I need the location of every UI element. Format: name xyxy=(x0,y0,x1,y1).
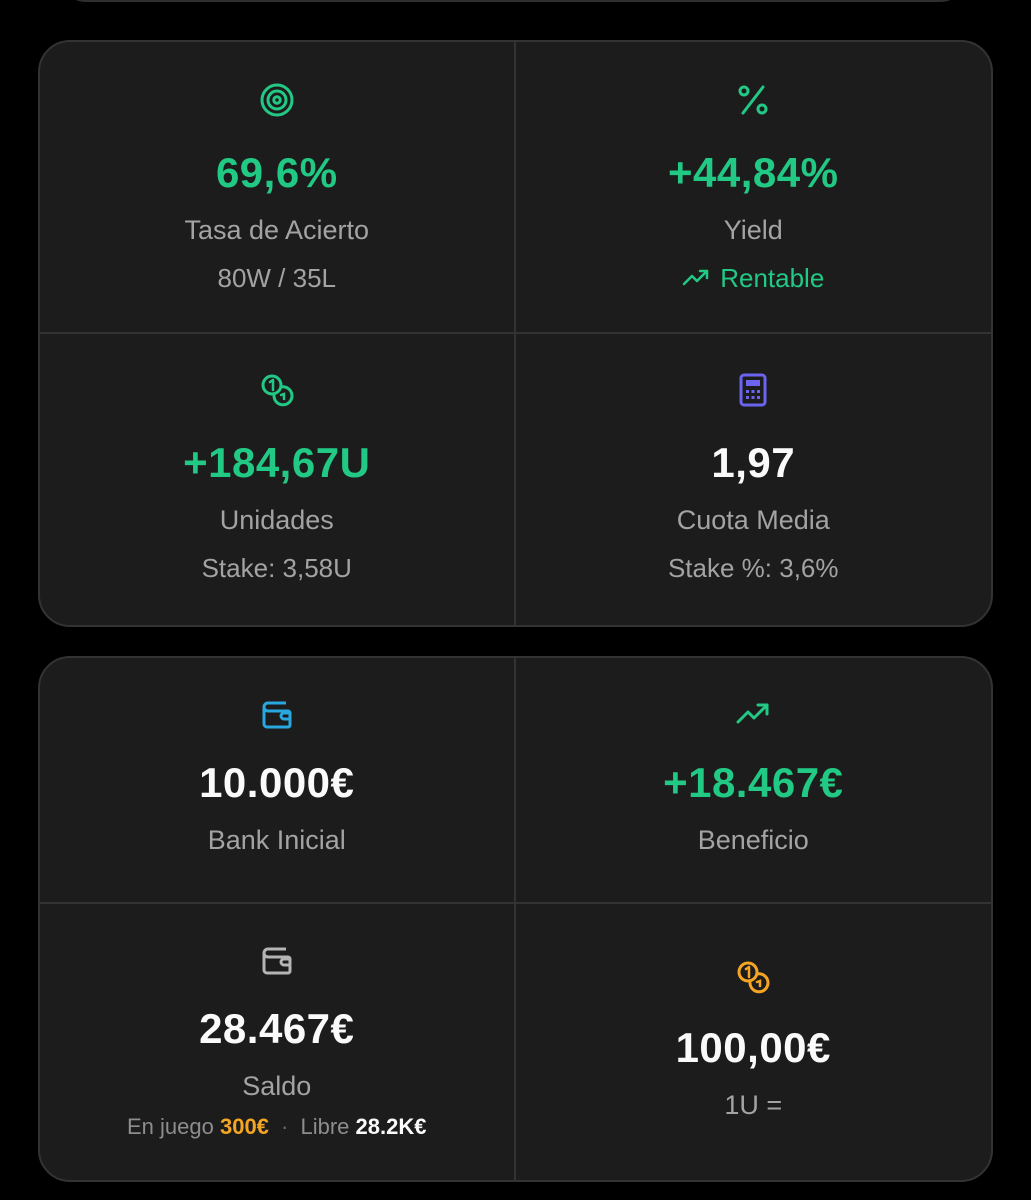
win-loss-record: 80W / 35L xyxy=(217,263,336,293)
in-play-value: 300€ xyxy=(219,1114,269,1139)
stats-card: 69,6% Tasa de Acierto 80W / 35L +44,84% … xyxy=(38,40,993,627)
hit-rate-value: 69,6% xyxy=(215,149,338,196)
free-label: Libre xyxy=(300,1114,350,1139)
in-play-label: En juego xyxy=(126,1114,214,1139)
bank-initial-label: Bank Inicial xyxy=(207,825,346,855)
profit-value: +18.467€ xyxy=(663,759,844,806)
avg-odds-value: 1,97 xyxy=(711,439,796,486)
profit-cell: +18.467€ Beneficio xyxy=(515,658,991,904)
balance-cell: 28.467€ Saldo En juego 300€ · Libre 28.2… xyxy=(40,904,516,1180)
target-icon xyxy=(260,83,294,117)
wallet-icon xyxy=(262,947,292,975)
yield-status-label: Rentable xyxy=(720,263,825,293)
profit-label: Beneficio xyxy=(697,825,809,855)
coins-icon xyxy=(261,374,294,407)
wallet-icon xyxy=(262,701,292,729)
balance-value: 28.467€ xyxy=(199,1005,355,1052)
unit-value: 100,00€ xyxy=(675,1024,831,1071)
yield-cell: +44,84% Yield Rentable xyxy=(515,42,991,334)
balance-breakdown: En juego 300€ · Libre 28.2K€ xyxy=(127,1116,427,1138)
yield-status: Rentable xyxy=(682,265,824,291)
avg-odds-label: Cuota Media xyxy=(676,505,830,535)
units-cell: +184,67U Unidades Stake: 3,58U xyxy=(40,334,516,625)
hit-rate-cell: 69,6% Tasa de Acierto 80W / 35L xyxy=(40,42,516,334)
units-value: +184,67U xyxy=(183,439,371,486)
trending-up-icon xyxy=(682,269,709,286)
stake-percent: Stake %: 3,6% xyxy=(667,553,839,583)
yield-value: +44,84% xyxy=(668,149,839,196)
free-value: 28.2K€ xyxy=(355,1114,427,1139)
bank-initial-cell: 10.000€ Bank Inicial xyxy=(40,658,516,904)
separator-dot: · xyxy=(281,1114,289,1139)
avg-odds-cell: 1,97 Cuota Media Stake %: 3,6% xyxy=(516,334,992,625)
bank-card: 10.000€ Bank Inicial +18.467€ Beneficio … xyxy=(38,656,993,1182)
units-label: Unidades xyxy=(219,505,334,535)
balance-label: Saldo xyxy=(242,1071,312,1101)
yield-label: Yield xyxy=(723,215,783,245)
calculator-icon xyxy=(739,373,767,407)
hit-rate-label: Tasa de Acierto xyxy=(184,215,370,245)
bank-initial-value: 10.000€ xyxy=(199,759,355,806)
percent-icon xyxy=(738,85,768,115)
stake-units: Stake: 3,58U xyxy=(201,553,352,583)
trending-up-icon xyxy=(736,703,769,724)
unit-value-cell: 100,00€ 1U = xyxy=(516,904,992,1180)
unit-value-label: 1U = xyxy=(724,1090,783,1120)
previous-card-edge xyxy=(58,0,968,2)
coins-icon xyxy=(737,961,770,994)
